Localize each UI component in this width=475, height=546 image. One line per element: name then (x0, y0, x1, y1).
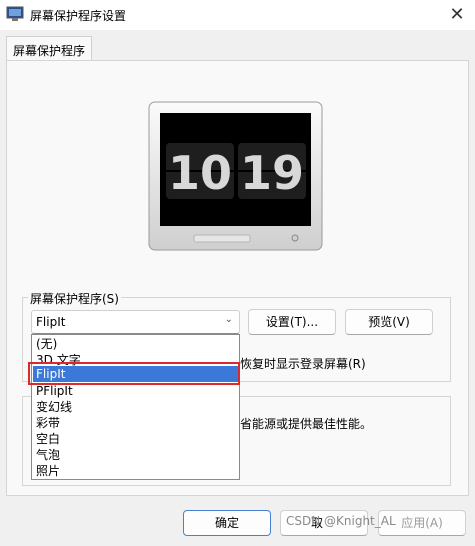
chevron-down-icon: ⌄ (224, 314, 233, 325)
screensaver-dropdown-list: (无) 3D 文字 FlipIt PFlipIt 变幻线 彩带 空白 气泡 照片 (31, 334, 240, 480)
annotation-highlight-box (28, 362, 240, 385)
list-item[interactable]: 彩带 (33, 415, 238, 431)
list-item[interactable]: 照片 (33, 463, 238, 479)
apply-button-label: 应用(A) (401, 516, 443, 530)
watermark: CSDN @Knight_AL (286, 514, 396, 528)
preview-button[interactable]: 预览(V) (345, 309, 433, 335)
tab-screensaver[interactable]: 屏幕保护程序 (6, 36, 92, 60)
list-item[interactable]: 变幻线 (33, 399, 238, 415)
list-item[interactable]: (无) (33, 336, 238, 352)
list-item[interactable]: PFlipIt (33, 383, 238, 399)
screensaver-settings-icon (6, 6, 24, 21)
list-item[interactable]: 气泡 (33, 447, 238, 463)
screensaver-group-label: 屏幕保护程序(S) (28, 290, 121, 307)
monitor-preview: 1 0 1 9 (148, 101, 323, 251)
list-item[interactable]: 空白 (33, 431, 238, 447)
screensaver-select[interactable]: FlipIt ⌄ (31, 310, 240, 334)
clock-digit-4: 9 (272, 146, 304, 200)
window-title: 屏幕保护程序设置 (30, 9, 127, 23)
power-description: 省能源或提供最佳性能。 (240, 417, 373, 431)
settings-button[interactable]: 设置(T)... (248, 309, 336, 335)
close-icon[interactable]: ✕ (445, 4, 469, 26)
ok-button[interactable]: 确定 (183, 510, 271, 536)
resume-login-label: 恢复时显示登录屏幕(R) (240, 357, 366, 371)
tab-strip: 屏幕保护程序 (0, 36, 475, 60)
clock-digit-2: 0 (200, 146, 232, 200)
clock-digit-1: 1 (168, 146, 200, 200)
clock-digit-3: 1 (240, 146, 272, 200)
tab-label: 屏幕保护程序 (13, 44, 86, 58)
screensaver-select-value: FlipIt (36, 315, 66, 329)
title-bar: 屏幕保护程序设置 ✕ (0, 0, 475, 30)
